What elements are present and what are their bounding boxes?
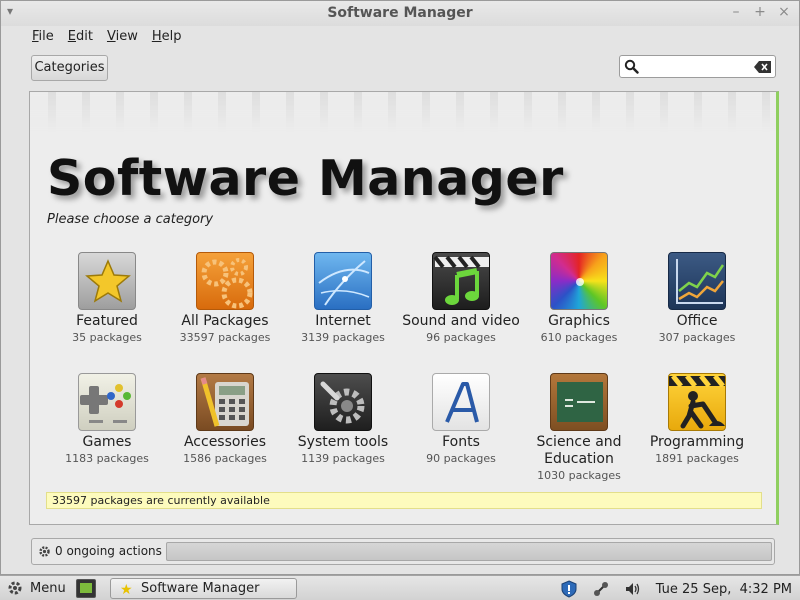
close-icon[interactable]: ×	[777, 4, 791, 20]
title-bar[interactable]: ▾ Software Manager – + ×	[1, 1, 799, 26]
music-icon	[432, 252, 490, 310]
menu-bar: File Edit View Help	[1, 27, 181, 47]
packages-available-status: 33597 packages are currently available	[46, 492, 762, 509]
window-title: Software Manager	[327, 5, 473, 21]
category-system-tools[interactable]: System tools 1139 packages	[284, 373, 402, 466]
gamepad-icon	[78, 373, 136, 431]
bottom-panel: Menu ★ Software Manager Tue 25 Sep, 4:32…	[0, 575, 800, 600]
globe-icon	[314, 252, 372, 310]
chalkboard-icon	[550, 373, 608, 431]
menu-view[interactable]: View	[107, 27, 138, 47]
category-accessories[interactable]: Accessories 1586 packages	[166, 373, 284, 466]
category-fonts[interactable]: Fonts 90 packages	[402, 373, 520, 466]
header-stripes	[30, 92, 776, 132]
minimize-icon[interactable]: –	[729, 4, 743, 20]
progress-bar	[166, 542, 772, 561]
search-icon	[624, 59, 639, 74]
system-tray: Tue 25 Sep, 4:32 PM	[560, 580, 792, 598]
clock[interactable]: Tue 25 Sep, 4:32 PM	[656, 582, 792, 597]
category-internet[interactable]: Internet 3139 packages	[284, 252, 402, 345]
category-sound-and-video[interactable]: Sound and video 96 packages	[402, 252, 520, 345]
mint-menu-icon	[8, 581, 22, 595]
chart-icon	[668, 252, 726, 310]
category-programming[interactable]: Programming 1891 packages	[638, 373, 756, 466]
star-icon	[78, 252, 136, 310]
categories-button[interactable]: Categories	[31, 55, 108, 81]
menu-edit[interactable]: Edit	[68, 27, 93, 47]
menu-file[interactable]: File	[32, 27, 54, 47]
shield-icon[interactable]	[560, 580, 578, 598]
page-title: Software Manager	[47, 150, 564, 207]
star-icon: ★	[120, 582, 133, 598]
system-gear-icon	[314, 373, 372, 431]
search-box[interactable]	[619, 55, 776, 78]
category-science-and-education[interactable]: Science and Education 1030 packages	[520, 373, 638, 483]
category-office[interactable]: Office 307 packages	[638, 252, 756, 345]
category-all-packages[interactable]: All Packages 33597 packages	[166, 252, 284, 345]
network-icon[interactable]	[592, 580, 610, 598]
menu-help[interactable]: Help	[152, 27, 182, 47]
gear-icon	[39, 546, 50, 557]
maximize-icon[interactable]: +	[753, 4, 767, 20]
category-featured[interactable]: Featured 35 packages	[48, 252, 166, 345]
ongoing-actions-label: 0 ongoing actions	[55, 544, 162, 558]
terminal-launcher-icon[interactable]	[76, 579, 96, 598]
taskbar-software-manager[interactable]: ★ Software Manager	[110, 578, 297, 599]
main-menu-button[interactable]: Menu	[6, 579, 66, 597]
category-games[interactable]: Games 1183 packages	[48, 373, 166, 466]
ongoing-actions-bar[interactable]: 0 ongoing actions	[31, 538, 775, 565]
page-subtitle: Please choose a category	[47, 212, 214, 227]
color-wheel-icon	[550, 252, 608, 310]
software-manager-window: ▾ Software Manager – + × File Edit View …	[0, 0, 800, 575]
font-icon	[432, 373, 490, 431]
volume-icon[interactable]	[624, 580, 642, 598]
category-panel: Software Manager Please choose a categor…	[29, 91, 779, 525]
construction-icon	[668, 373, 726, 431]
category-graphics[interactable]: Graphics 610 packages	[520, 252, 638, 345]
gears-icon	[196, 252, 254, 310]
search-input[interactable]	[642, 58, 752, 75]
calculator-icon	[196, 373, 254, 431]
clear-search-icon[interactable]	[754, 61, 771, 73]
